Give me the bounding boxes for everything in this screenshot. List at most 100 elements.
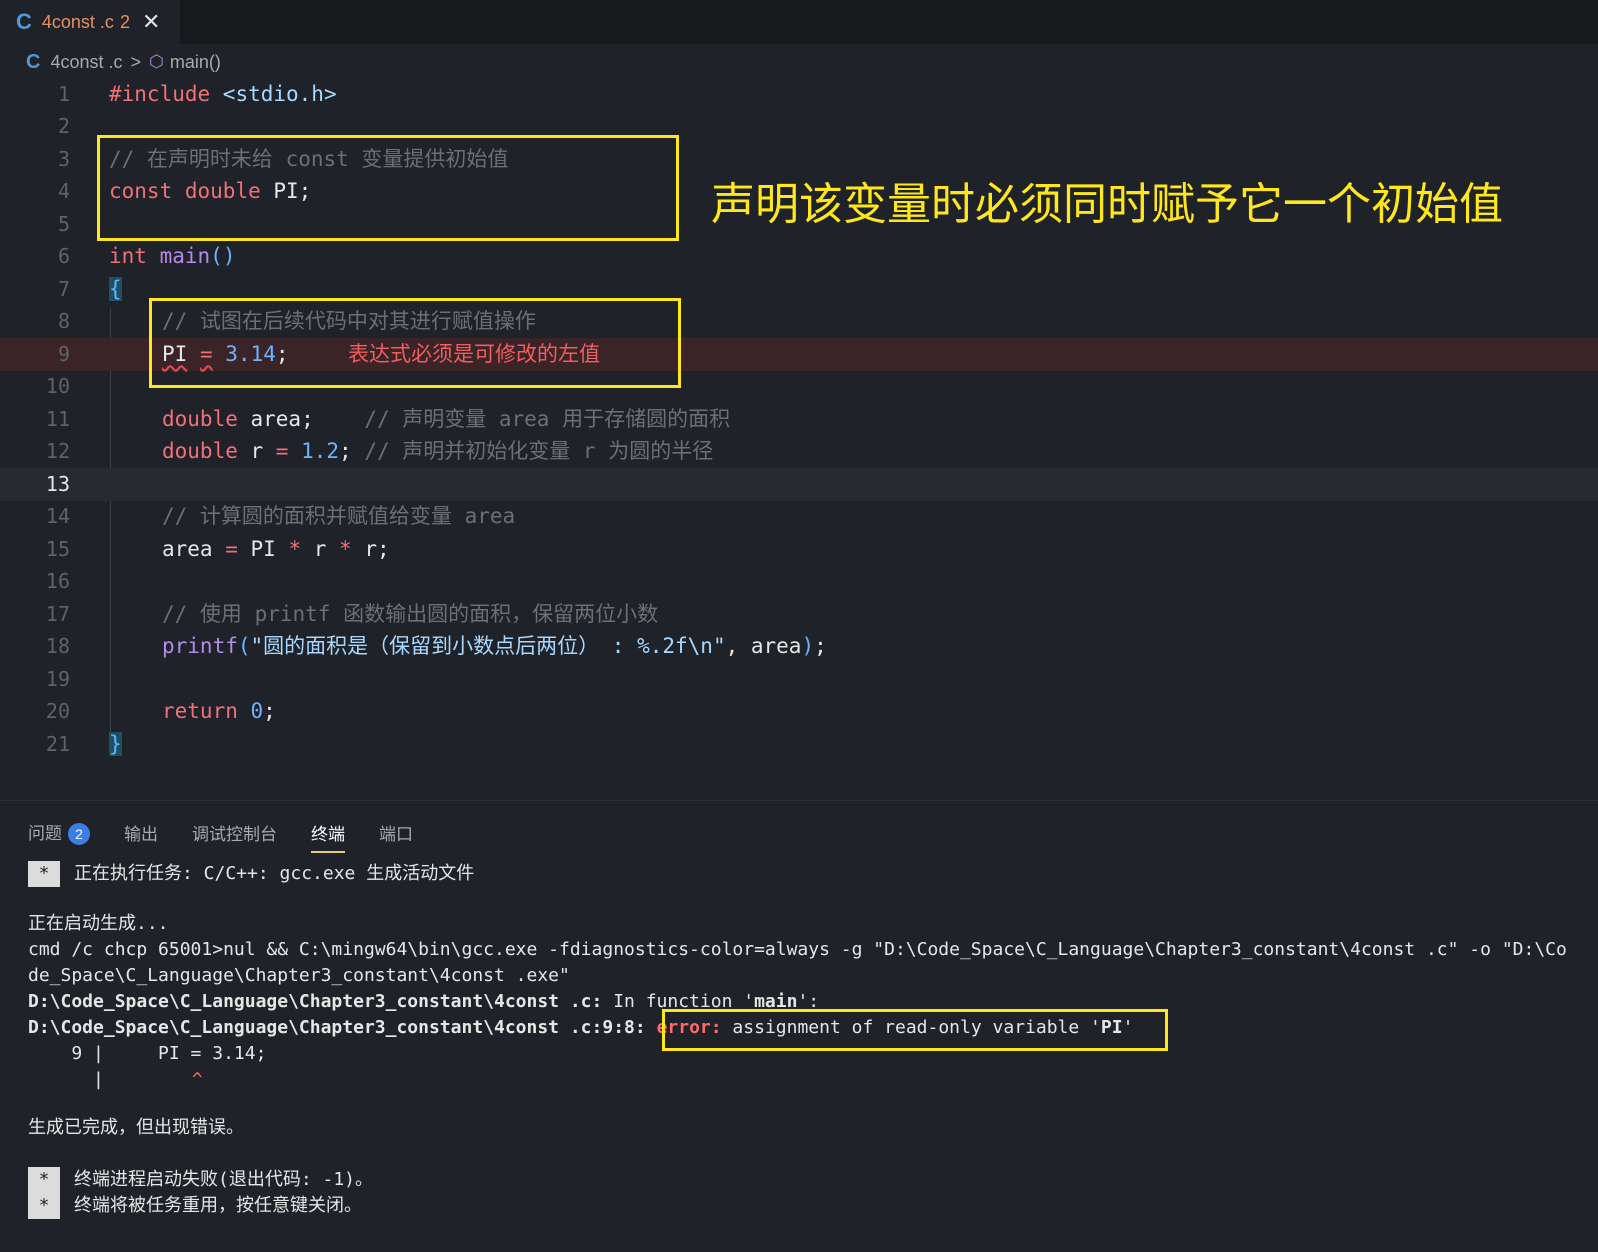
terminal-line: cmd /c chcp 65001>nul && C:\mingw64\bin\… — [28, 939, 1567, 960]
code-comment: // 声明变量 area 用于存储圆的面积 — [364, 407, 731, 431]
annotation-text: 声明该变量时必须同时赋予它一个初始值 — [711, 180, 1503, 229]
code-token: area; — [237, 407, 365, 431]
line-number: 20 — [45, 699, 70, 723]
tab-debug-console[interactable]: 调试控制台 — [192, 820, 277, 845]
code-token: PI — [237, 537, 289, 561]
terminal-line: 9 | PI = 3.14; — [28, 1043, 267, 1064]
line-number: 5 — [57, 212, 70, 236]
task-star-icon: * — [28, 1193, 60, 1219]
code-comment: // 计算圆的面积并赋值给变量 area — [162, 504, 516, 528]
code-line-current: 13 — [0, 468, 1598, 501]
terminal-line: * 正在执行任务: C/C++: gcc.exe 生成活动文件 — [28, 861, 474, 887]
line-number: 8 — [57, 309, 70, 333]
terminal-line: | ^ — [28, 1067, 203, 1093]
terminal-text: D:\Code_Space\C_Language\Chapter3_consta… — [28, 1017, 646, 1038]
code-token: double — [162, 407, 238, 431]
c-file-icon: C — [16, 9, 32, 34]
highlight-box-declaration — [97, 135, 679, 241]
tab-output[interactable]: 输出 — [124, 820, 158, 845]
terminal-text: D:\Code_Space\C_Language\Chapter3_consta… — [28, 991, 603, 1012]
line-number: 16 — [45, 569, 70, 593]
code-comment: // 声明并初始化变量 r 为圆的半径 — [364, 439, 714, 463]
line-number: 1 — [57, 82, 70, 106]
line-number: 7 — [57, 277, 70, 301]
code-line: 14 // 计算圆的面积并赋值给变量 area — [0, 500, 1598, 533]
line-number: 21 — [45, 732, 70, 756]
tab-bar: C 4const .c 2 ✕ — [0, 0, 1598, 44]
terminal-line: * 终端将被任务重用，按任意键关闭。 — [28, 1193, 362, 1219]
terminal-text: | — [28, 1069, 104, 1090]
code-token: () — [210, 244, 236, 268]
highlight-box-assignment — [149, 298, 681, 388]
tab-problem-count: 2 — [119, 11, 130, 32]
symbol-method-icon: ⬡ — [149, 52, 164, 71]
code-line: 18 printf("圆的面积是（保留到小数点后两位） : %.2f\n", a… — [0, 630, 1598, 663]
terminal-line: de_Space\C_Language\Chapter3_constant\4c… — [28, 965, 570, 986]
line-number: 18 — [45, 634, 70, 658]
panel-tabs: 问题 2 输出 调试控制台 终端 端口 — [28, 817, 447, 853]
code-token: = — [225, 537, 238, 561]
line-number: 12 — [45, 439, 70, 463]
code-line: 20 return 0; — [0, 695, 1598, 728]
problems-badge: 2 — [68, 823, 90, 845]
line-number: 11 — [45, 407, 70, 431]
tab-problems[interactable]: 问题 2 — [28, 819, 90, 845]
line-number: 14 — [45, 504, 70, 528]
code-token: 1.2 — [301, 439, 340, 463]
code-token: 0 — [250, 699, 264, 723]
code-token: r; — [351, 537, 390, 561]
code-token: <stdio.h> — [210, 82, 337, 106]
tab-label: 问题 — [28, 824, 62, 843]
chevron-right-icon: > — [130, 51, 142, 72]
code-token: , area — [725, 634, 802, 658]
code-line: 21 } — [0, 728, 1598, 761]
breadcrumb-file[interactable]: 4const .c — [50, 52, 122, 73]
line-number: 3 — [57, 147, 70, 171]
code-token: = — [275, 439, 289, 463]
terminal-text: 正在执行任务: C/C++: gcc.exe 生成活动文件 — [74, 863, 475, 884]
editor-tab-4const[interactable]: C 4const .c 2 ✕ — [0, 0, 180, 44]
tab-terminal[interactable]: 终端 — [311, 820, 345, 853]
line-number: 9 — [57, 342, 70, 366]
line-number: 2 — [57, 114, 70, 138]
code-token: ; — [814, 634, 827, 658]
tab-ports[interactable]: 端口 — [379, 820, 413, 845]
line-number: 15 — [45, 537, 70, 561]
code-token: { — [109, 277, 122, 301]
terminal-text: 终端进程启动失败(退出代码: -1)。 — [74, 1169, 374, 1190]
line-number: 10 — [45, 374, 70, 398]
line-number: 17 — [45, 602, 70, 626]
line-number: 6 — [57, 244, 70, 268]
code-token: } — [109, 732, 122, 756]
code-token: r — [301, 537, 340, 561]
c-file-icon: C — [26, 50, 41, 73]
code-line: 11 double area; // 声明变量 area 用于存储圆的面积 — [0, 403, 1598, 436]
task-star-icon: * — [28, 1167, 60, 1193]
code-line: 19 — [0, 663, 1598, 696]
breadcrumb-symbol[interactable]: main() — [170, 52, 221, 73]
code-line: 17 // 使用 printf 函数输出圆的面积，保留两位小数 — [0, 598, 1598, 631]
code-comment: // 使用 printf 函数输出圆的面积，保留两位小数 — [162, 602, 659, 626]
code-token: ; — [339, 439, 365, 463]
code-token: #include — [109, 82, 211, 106]
bottom-panel: 问题 2 输出 调试控制台 终端 端口 * 正在执行任务: C/C++: gcc.e… — [0, 800, 1598, 1252]
line-number: 19 — [45, 667, 70, 691]
highlight-box-error — [662, 1009, 1168, 1051]
line-number: 4 — [57, 179, 70, 203]
breadcrumb: C 4const .c > ⬡ main() — [26, 48, 221, 76]
code-token: main — [159, 244, 211, 268]
code-token: ( — [237, 634, 251, 658]
code-token: double — [162, 439, 238, 463]
code-token: r — [237, 439, 276, 463]
terminal-line: 生成已完成，但出现错误。 — [28, 1117, 244, 1138]
close-icon[interactable]: ✕ — [142, 9, 160, 35]
terminal-line: * 终端进程启动失败(退出代码: -1)。 — [28, 1167, 373, 1193]
code-line: 12 double r = 1.2; // 声明并初始化变量 r 为圆的半径 — [0, 435, 1598, 468]
code-token: * — [339, 537, 352, 561]
terminal-text: 终端将被任务重用，按任意键关闭。 — [74, 1195, 362, 1216]
code-line: 15 area = PI * r * r; — [0, 533, 1598, 566]
code-token: printf — [162, 634, 238, 658]
code-token: return — [162, 699, 238, 723]
code-token: area — [162, 537, 226, 561]
terminal-caret: ^ — [191, 1069, 203, 1090]
